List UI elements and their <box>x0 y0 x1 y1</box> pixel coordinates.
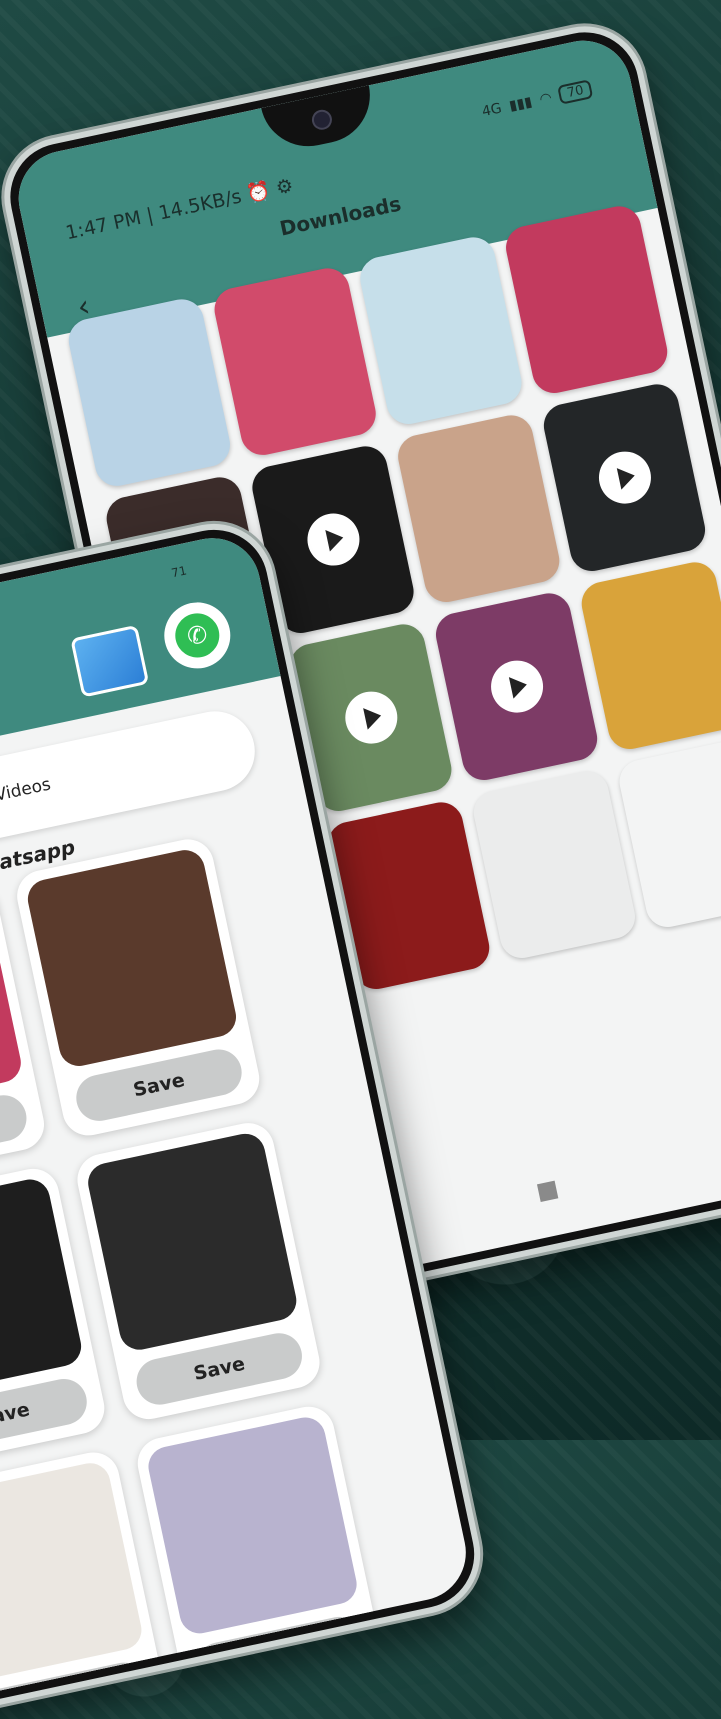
system-status-icons: 4G ▮▮▮ ◠ 70 <box>480 79 594 121</box>
gallery-icon[interactable] <box>70 624 150 698</box>
recent-apps-icon[interactable] <box>536 1180 559 1202</box>
image-thumbnail[interactable] <box>394 411 564 607</box>
video-thumbnail[interactable] <box>431 589 602 785</box>
signal-icon: ▮▮▮ <box>507 93 534 114</box>
play-icon[interactable] <box>339 686 402 749</box>
settings-gear-icon: ⚙ <box>273 174 296 200</box>
camera-icon <box>310 107 334 132</box>
video-thumbnail[interactable] <box>539 380 710 576</box>
status-thumbnail[interactable] <box>0 1459 146 1683</box>
status-thumbnail[interactable] <box>24 846 240 1070</box>
play-icon[interactable] <box>302 508 364 571</box>
image-thumbnail[interactable] <box>356 233 526 429</box>
save-button[interactable]: Save <box>0 1374 92 1455</box>
image-thumbnail[interactable] <box>501 202 672 398</box>
whatsapp-icon: ✆ <box>171 609 224 662</box>
save-button[interactable]: Save <box>0 1091 31 1171</box>
network-label: 4G <box>480 99 504 120</box>
status-thumbnail[interactable] <box>0 1175 85 1400</box>
battery-icon: 70 <box>557 79 594 105</box>
status-card: Save <box>132 1401 385 1703</box>
status-thumbnail[interactable] <box>0 892 25 1116</box>
battery-indicator: 71 <box>170 563 188 580</box>
image-thumbnail[interactable] <box>469 767 640 963</box>
whatsapp-button[interactable]: ✆ <box>158 596 237 675</box>
image-thumbnail[interactable] <box>210 264 380 460</box>
image-thumbnail[interactable] <box>577 558 721 754</box>
videos-tab-label: Videos <box>0 774 53 806</box>
wifi-icon: ◠ <box>538 89 554 108</box>
status-card: Save <box>12 834 265 1141</box>
play-icon[interactable] <box>593 446 656 509</box>
image-thumbnail[interactable] <box>64 295 235 490</box>
alarm-icon: ⏰ <box>244 179 273 206</box>
camera-notch <box>261 85 379 156</box>
battery-icon: 71 <box>170 563 188 581</box>
status-thumbnail[interactable] <box>144 1413 361 1638</box>
play-icon[interactable] <box>485 655 548 718</box>
status-card: Save <box>72 1118 325 1424</box>
status-thumbnail[interactable] <box>84 1130 301 1354</box>
